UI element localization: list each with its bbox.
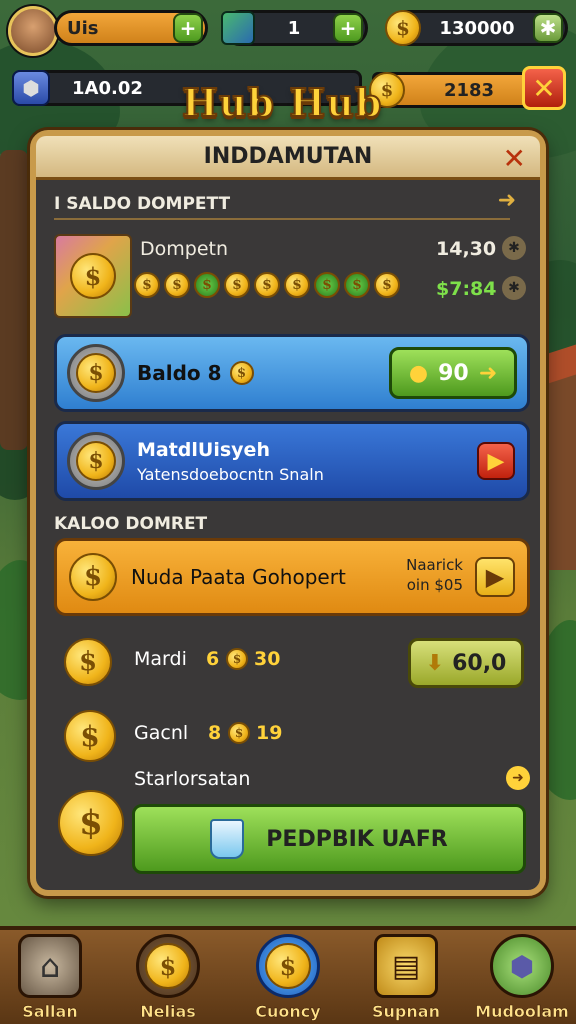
house-icon: ⌂ (18, 934, 82, 998)
row3-label: Starlorsatan (134, 768, 251, 790)
row2-label: Gacnl (134, 722, 189, 744)
wallet-value-primary: 14,30 (436, 238, 497, 260)
row1-button-value: 60,0 (452, 650, 507, 676)
game-title: Hub Hub (181, 79, 383, 126)
panel-title: INDDAMUTAN (203, 144, 373, 169)
balance-label: Baldo 8 (137, 361, 222, 385)
coin-row: $ $ $ $ $ $ $ $ $ (134, 272, 400, 298)
row1-value-b: 30 (254, 648, 281, 670)
coin-icon: $ (134, 272, 160, 298)
nav-label: Mudoolam (475, 1002, 569, 1022)
arrow-right-icon[interactable]: ➜ (506, 766, 530, 790)
row1-value-a: 6 (206, 648, 220, 670)
balance-button-value: 90 (438, 360, 469, 386)
gold-bar: $ 2183 (369, 72, 536, 108)
big-action-label: PEDPBIK UAFR (266, 826, 448, 852)
row1-button[interactable]: ⬇ 60,0 (408, 638, 524, 688)
nav-label: Nelias (140, 1002, 196, 1022)
add-profile-button[interactable]: + (173, 13, 203, 43)
panel-header: INDDAMUTAN ✕ (36, 136, 540, 180)
gear-coin-icon: $ (67, 344, 125, 402)
settings-gear-icon[interactable]: ✱ (533, 13, 563, 43)
coin-icon: $ (224, 272, 250, 298)
player-name-bar: Uis + (54, 10, 208, 46)
coin-icon: $ (228, 722, 250, 744)
nav-item-home[interactable]: ⌂ Sallan (0, 934, 100, 1021)
coin-icon: $ (229, 361, 254, 385)
gear-coin-icon: $ (67, 432, 125, 490)
section-saldo-title: I SALDO DOMPETT (54, 194, 231, 214)
add-gems-button[interactable]: + (333, 13, 363, 43)
shield-icon: ⬢ (12, 70, 50, 106)
nav-label: Cuoncy (255, 1002, 321, 1022)
play-icon[interactable]: ▶ (475, 557, 515, 597)
panel-close-icon[interactable]: ✕ (503, 142, 526, 175)
section-divider (54, 218, 510, 220)
bottom-nav: ⌂ Sallan $ Nelias $ Cuoncy ▤ Supnan ⬢ Mu… (0, 926, 576, 1024)
coin-count: 130000 (439, 17, 515, 39)
nav-label: Supnan (372, 1002, 440, 1022)
coin-icon: $ (69, 553, 117, 601)
promo-note-2: oin $05 (406, 576, 463, 594)
section-kaloo-title: KALOO DOMRET (54, 514, 208, 534)
coin-icon: $ (284, 272, 310, 298)
gem-coin-icon: $ (314, 272, 340, 298)
coin-icon: $ (64, 638, 112, 686)
promo-title: Nuda Paata Gohopert (131, 565, 346, 589)
row2-value-a: 8 (208, 722, 222, 744)
wallet-treasure-image: $ (54, 234, 132, 318)
row2-value-b: 19 (256, 722, 283, 744)
coin-stack-icon: $ (58, 790, 124, 856)
gem-coin-icon: $ (194, 272, 220, 298)
glass-icon (210, 819, 245, 859)
player-avatar[interactable] (8, 6, 58, 56)
play-icon[interactable]: ▶ (477, 442, 515, 480)
wallet-label: Dompetn (140, 238, 229, 260)
coin-counter: $ 130000 ✱ (385, 10, 568, 46)
info-gear-icon[interactable]: ✱ (502, 276, 526, 300)
nav-item-modules[interactable]: ⬢ Mudoolam (472, 934, 572, 1021)
coin-icon: $ (385, 10, 421, 46)
wallet-panel: INDDAMUTAN ✕ I SALDO DOMPETT ➜ $ Dompetn… (30, 130, 546, 896)
crystal-icon: ⬢ (490, 934, 554, 998)
row1-label: Mardi (134, 648, 187, 670)
nav-item-news[interactable]: $ Nelias (118, 934, 218, 1021)
promo-card[interactable]: $ Nuda Paata Gohopert Naarick oin $05 ▶ (54, 538, 530, 616)
coin-icon: $ (226, 648, 248, 670)
coin-icon: $ (164, 272, 190, 298)
balance-claim-button[interactable]: ● 90 ➜ (389, 347, 517, 399)
gold-value: 2183 (443, 79, 495, 101)
settings-card[interactable]: $ MatdlUisyeh Yatensdoebocntn Snaln ▶ (54, 421, 530, 501)
coin-icon: $ (256, 934, 320, 998)
treasure-chest-icon: ▤ (374, 934, 438, 998)
player-name: Uis (67, 17, 99, 39)
big-action-button[interactable]: PEDPBIK UAFR (132, 804, 526, 874)
promo-note-1: Naarick (406, 556, 463, 574)
nav-item-shop[interactable]: ▤ Supnan (356, 934, 456, 1021)
arrow-right-icon[interactable]: ➜ (498, 188, 516, 213)
nav-label: Sallan (22, 1002, 78, 1022)
card2-subtitle: Yatensdoebocntn Snaln (137, 464, 324, 484)
card2-title: MatdlUisyeh (137, 438, 270, 461)
info-gear-icon[interactable]: ✱ (502, 236, 526, 260)
gem-coin-icon: $ (344, 272, 370, 298)
coin-icon: $ (64, 710, 116, 762)
gem-count: 1 (287, 17, 301, 39)
coin-icon: $ (254, 272, 280, 298)
coin-icon: $ (374, 272, 400, 298)
wallet-value-secondary: $7:84 (436, 278, 497, 300)
coin-icon: $ (136, 934, 200, 998)
gem-box-icon (221, 11, 255, 45)
gem-counter: 1 + (221, 10, 368, 46)
nav-item-currency[interactable]: $ Cuoncy (238, 934, 338, 1021)
close-icon[interactable]: ✕ (522, 66, 566, 110)
balance-card[interactable]: $ Baldo 8 $ ● 90 ➜ (54, 334, 530, 412)
